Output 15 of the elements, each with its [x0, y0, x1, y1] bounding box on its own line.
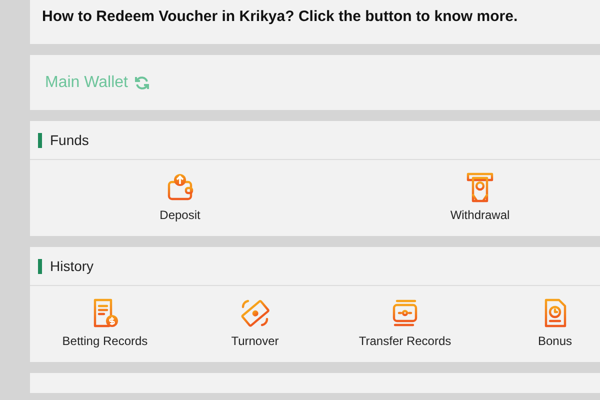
- section-title: Funds: [50, 132, 89, 148]
- menu-item[interactable]: Transfer Records: [358, 334, 452, 348]
- notice-text: How to Redeem Voucher in Krikya? Click the button to know more.: [42, 8, 519, 25]
- heading-bar: [38, 132, 42, 148]
- wallet-label: Main Wallet: [45, 74, 128, 92]
- menu-item[interactable]: Deposit: [160, 208, 200, 222]
- section-title: History: [50, 258, 94, 274]
- menu-item[interactable]: Bonus: [538, 334, 572, 348]
- atm-icon[interactable]: [464, 171, 496, 203]
- heading-bar: [38, 258, 42, 274]
- banknote-icon[interactable]: [239, 297, 271, 329]
- refresh-icon[interactable]: [134, 74, 150, 90]
- menu-item[interactable]: Betting Records: [62, 334, 148, 348]
- menu-item[interactable]: Withdrawal: [450, 208, 510, 222]
- menu-item[interactable]: Turnover: [231, 334, 279, 348]
